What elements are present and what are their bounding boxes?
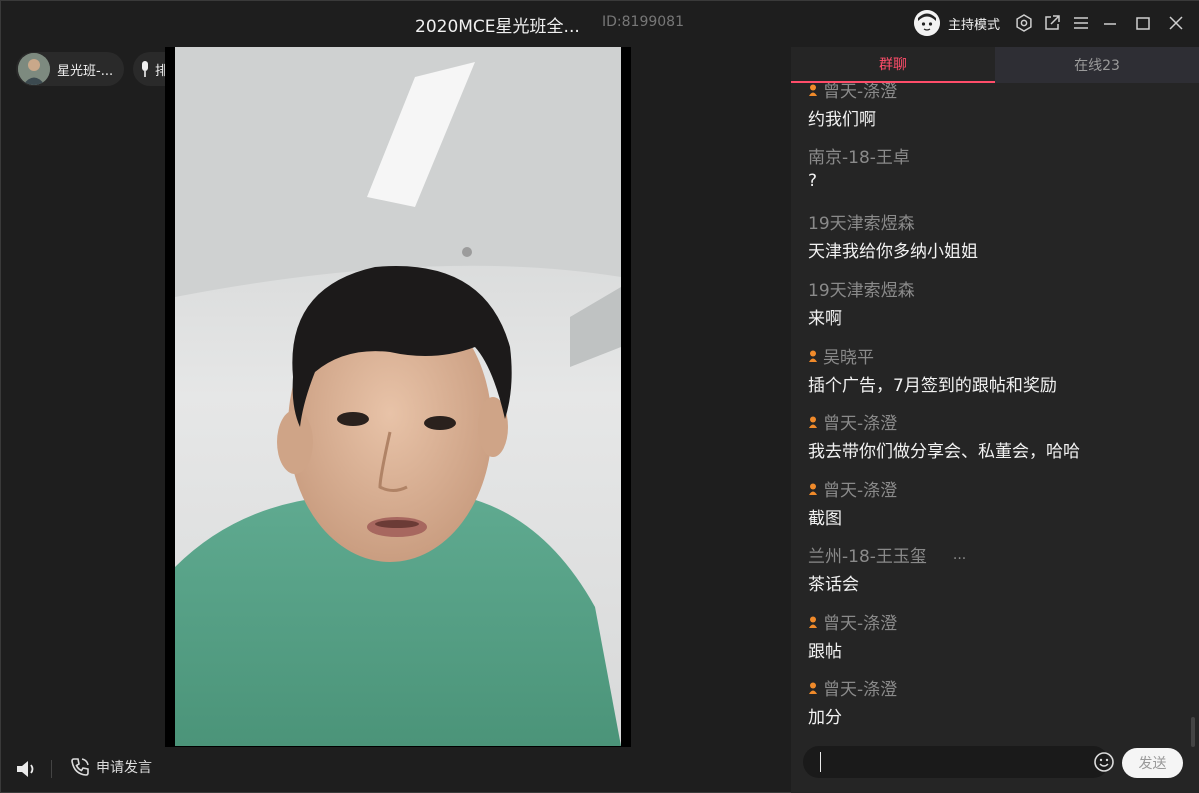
chat-message: 19天津索煜森 天津我给你多纳小姐姐	[808, 209, 978, 262]
sender-name: 19天津索煜森	[808, 281, 915, 301]
chat-message: 19天津索煜森 来啊	[808, 276, 915, 329]
chat-message: 曾天-涤澄 跟帖	[808, 609, 897, 662]
tab-group-chat[interactable]: 群聊	[791, 47, 995, 83]
live-video	[175, 47, 621, 746]
sender-name: 19天津索煜森	[808, 214, 915, 234]
room-avatar	[18, 53, 50, 85]
message-text: 约我们啊	[808, 110, 876, 130]
message-text: 跟帖	[808, 642, 842, 662]
divider	[51, 760, 52, 778]
message-text: 加分	[808, 708, 842, 728]
host-mode-label[interactable]: 主持模式	[948, 14, 1000, 33]
speaker-icon[interactable]	[15, 758, 39, 780]
menu-icon[interactable]	[1070, 12, 1092, 34]
video-person-image	[175, 47, 621, 746]
chat-input[interactable]	[803, 746, 1109, 778]
chat-message: 曾天-涤澄 约我们啊	[808, 83, 897, 130]
chat-tabs: 群聊 在线23	[791, 47, 1199, 83]
app-window: 2020MCE星光班全... ID:8199081 主持模式 星光班-... 申…	[0, 0, 1199, 793]
apply-speak-label: 申请发言	[96, 760, 152, 776]
title-bar: 2020MCE星光班全... ID:8199081 主持模式	[1, 1, 1199, 47]
member-badge-icon	[809, 616, 817, 628]
more-indicator: ...	[952, 546, 967, 563]
member-badge-icon	[809, 682, 817, 694]
maximize-icon[interactable]	[1132, 12, 1154, 34]
message-text: ?	[808, 171, 818, 191]
settings-icon[interactable]	[1013, 12, 1035, 34]
message-text: 来啊	[808, 309, 842, 329]
message-text: 茶话会	[808, 575, 859, 595]
sender-name: 南京-18-王卓	[808, 148, 910, 168]
message-text: 插个广告，7月签到的跟帖和奖励	[808, 376, 1057, 396]
phone-icon	[71, 758, 89, 776]
text-caret	[820, 752, 821, 772]
sender-name: 曾天-涤澄	[823, 680, 898, 700]
room-chip[interactable]: 星光班-...	[16, 52, 124, 86]
close-icon[interactable]	[1165, 12, 1187, 34]
chat-message: 南京-18-王卓 ?	[808, 143, 910, 191]
chat-scrollbar[interactable]	[1191, 717, 1195, 747]
apply-speak-button[interactable]: 申请发言	[70, 757, 152, 777]
member-badge-icon	[809, 350, 817, 362]
share-icon[interactable]	[1041, 12, 1063, 34]
window-title: 2020MCE星光班全...	[415, 17, 580, 37]
microphone-icon	[142, 61, 148, 77]
chat-message: 曾天-涤澄 截图	[808, 476, 897, 529]
avatar-cartoon-icon	[914, 10, 940, 36]
member-badge-icon	[809, 84, 817, 96]
sender-name: 曾天-涤澄	[823, 481, 898, 501]
emoji-icon[interactable]	[1093, 751, 1115, 773]
minimize-icon[interactable]	[1099, 12, 1121, 34]
room-chip-label: 星光班-...	[57, 63, 114, 79]
chat-message: 吴晓平 插个广告，7月签到的跟帖和奖励	[808, 343, 1057, 396]
message-text: 我去带你们做分享会、私董会，哈哈	[808, 442, 1080, 462]
chat-message: 曾天-涤澄 我去带你们做分享会、私董会，哈哈	[808, 409, 1080, 462]
sender-name: 曾天-涤澄	[823, 614, 898, 634]
member-badge-icon	[809, 416, 817, 428]
member-badge-icon	[809, 483, 817, 495]
sender-name: 兰州-18-王玉玺	[808, 547, 927, 567]
sender-name: 曾天-涤澄	[823, 414, 898, 434]
chat-message: 兰州-18-王玉玺... 茶话会	[808, 542, 967, 596]
host-avatar[interactable]	[914, 10, 940, 36]
chat-panel: 群聊 在线23 曾天-涤澄 约我们啊 南京-18-王卓 ? 19天津索煜森 天津…	[791, 47, 1199, 793]
chat-message: 曾天-涤澄 加分	[808, 675, 897, 728]
message-list: 曾天-涤澄 约我们啊 南京-18-王卓 ? 19天津索煜森 天津我给你多纳小姐姐…	[791, 83, 1199, 737]
sender-name: 曾天-涤澄	[823, 83, 898, 102]
message-text: 截图	[808, 509, 842, 529]
sender-name: 吴晓平	[823, 348, 874, 368]
room-id: ID:8199081	[602, 14, 684, 30]
message-text: 天津我给你多纳小姐姐	[808, 242, 978, 262]
tab-online-users[interactable]: 在线23	[995, 47, 1199, 83]
send-button[interactable]: 发送	[1122, 748, 1183, 778]
